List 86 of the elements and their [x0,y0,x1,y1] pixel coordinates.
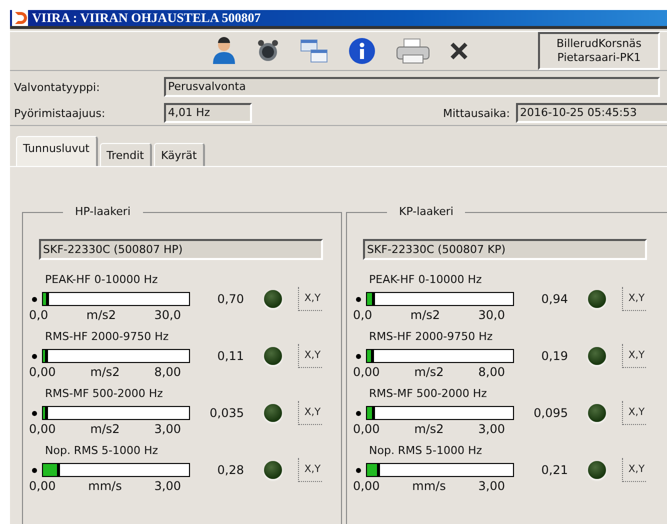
meter-label: RMS-HF 2000-9750 Hz [369,329,494,345]
type-field: Perusvalvonta [164,77,660,97]
bullet-icon [356,468,361,472]
status-led-icon [588,347,606,365]
alarm-clock-icon[interactable] [256,39,280,63]
meter-reading: 0,035 [208,406,244,420]
time-field: 2016-10-25 05:45:53 [516,103,667,123]
scale-max: 3,00 [154,479,181,494]
xy-chart-button[interactable]: X,Y [298,401,322,425]
xy-chart-button[interactable]: X,Y [298,344,322,368]
xy-chart-button[interactable]: X,Y [622,344,646,368]
company-label: BillerudKorsnäs Pietarsaari-PK1 [538,32,660,70]
bullet-icon [32,354,37,358]
meter-label: Nop. RMS 5-1000 Hz [369,443,484,459]
tab[interactable]: Tunnusluvut [16,136,98,166]
close-icon[interactable] [450,42,468,60]
meter-reading: 0,21 [540,463,568,477]
meter-label: RMS-MF 500-2000 Hz [45,386,164,402]
logo-icon [12,10,28,26]
scale-min: 0,00 [353,422,380,437]
field-label: Valvontatyyppi: [14,80,101,94]
xy-chart-button[interactable]: X,Y [622,287,646,311]
scale-min: 0,00 [29,365,56,380]
xy-chart-button[interactable]: X,Y [298,458,322,482]
meter-label: PEAK-HF 0-10000 Hz [45,272,159,288]
scale-min: 0,00 [29,422,56,437]
meter-reading: 0,70 [216,292,244,306]
xy-chart-button[interactable]: X,Y [622,401,646,425]
scale-max: 3,00 [478,422,505,437]
printer-icon[interactable] [396,38,430,64]
tab[interactable]: Trendit [100,143,152,166]
meter-label: Nop. RMS 5-1000 Hz [45,443,160,459]
info-icon[interactable] [348,37,376,65]
scale-max: 8,00 [478,365,505,380]
status-led-icon [264,347,282,365]
bullet-icon [32,296,37,302]
scale-max: 3,00 [478,479,505,494]
windows-icon[interactable] [300,39,328,63]
bullet-icon [356,410,361,416]
bearing-field: SKF-22330C (500807 HP) [39,239,323,260]
xy-chart-button[interactable]: X,Y [298,287,322,311]
unit-label: m/s2 [90,365,120,380]
unit-label: m/s2 [410,308,440,323]
unit-label: m/s2 [414,422,444,437]
unit-label: m/s2 [414,365,444,380]
status-led-icon [588,461,606,479]
status-led-icon [588,290,606,308]
tab[interactable]: Käyrät [154,143,205,166]
bullet-icon [356,296,361,302]
bullet-icon [356,354,361,358]
unit-label: m/s2 [86,308,116,323]
scale-max: 30,0 [478,308,505,323]
meter-label: RMS-MF 500-2000 Hz [369,386,488,402]
status-led-icon [264,404,282,422]
scale-max: 8,00 [154,365,181,380]
group-title: KP-laakeri [387,205,466,218]
window-title: VIIRA : VIIRAN OHJAUSTELA 500807 [32,10,261,26]
scale-max: 30,0 [154,308,181,323]
field-label: Pyörimistaajuus: [14,106,106,120]
unit-label: mm/s [88,479,122,494]
frequency-field: 4,01 Hz [164,103,252,123]
scale-min: 0,0 [353,308,372,323]
meter-reading: 0,28 [216,463,244,477]
bearing-field: SKF-22330C (500807 KP) [363,239,647,260]
meter-reading: 0,11 [216,349,244,363]
scale-max: 3,00 [154,422,181,437]
status-led-icon [264,290,282,308]
xy-chart-button[interactable]: X,Y [622,458,646,482]
scale-min: 0,00 [29,479,56,494]
scale-min: 0,00 [353,365,380,380]
field-label: Mittausaika: [442,106,510,120]
scale-min: 0,0 [29,308,48,323]
scale-min: 0,00 [353,479,380,494]
meter-label: PEAK-HF 0-10000 Hz [369,272,483,288]
unit-label: mm/s [412,479,446,494]
user-icon[interactable] [212,37,236,65]
meter-reading: 0,94 [540,292,568,306]
status-led-icon [264,461,282,479]
bullet-icon [32,468,37,472]
unit-label: m/s2 [90,422,120,437]
status-led-icon [588,404,606,422]
meter-reading: 0,095 [532,406,568,420]
bullet-icon [32,410,37,416]
meter-reading: 0,19 [540,349,568,363]
meter-label: RMS-HF 2000-9750 Hz [45,329,170,345]
group-title: HP-laakeri [63,205,142,218]
